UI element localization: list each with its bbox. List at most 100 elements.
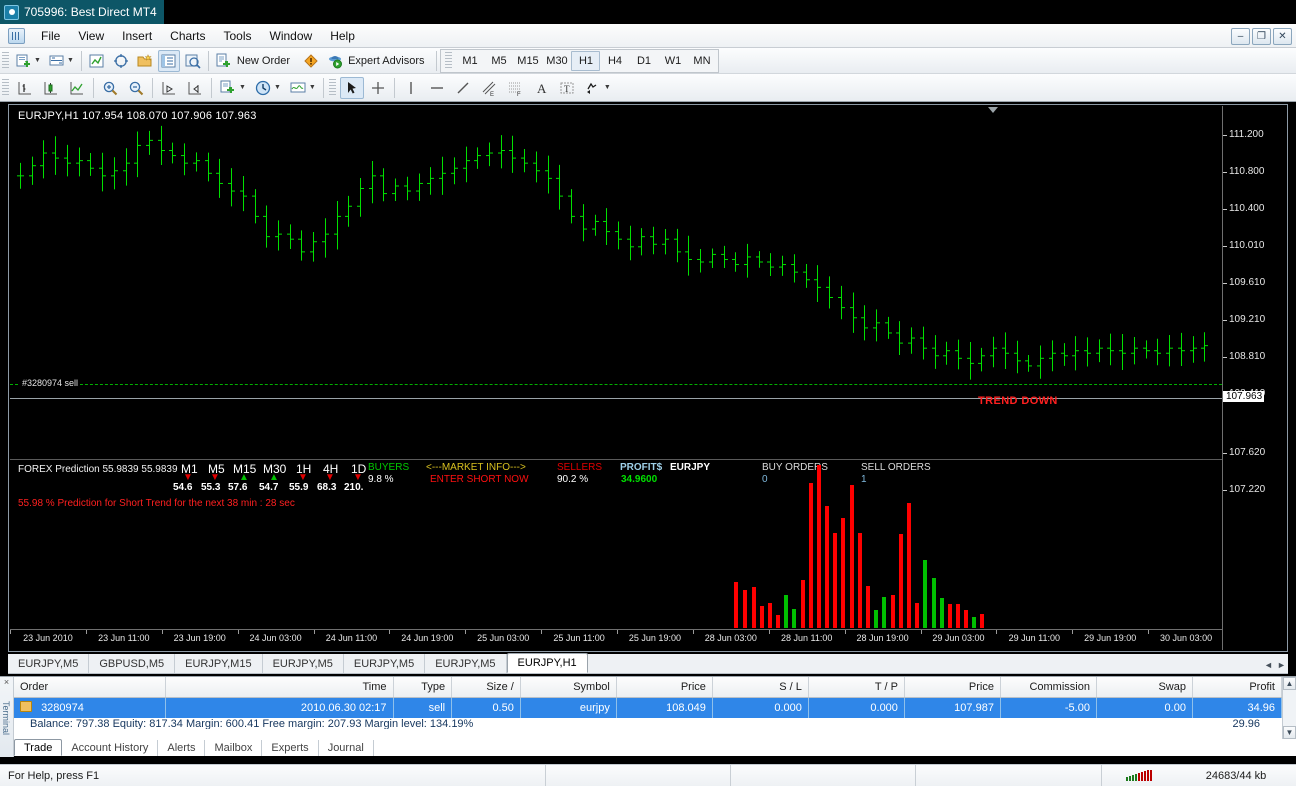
zoom-out-icon[interactable] — [124, 77, 148, 99]
fibonacci-icon[interactable]: F — [503, 77, 527, 99]
menu-item-view[interactable]: View — [69, 26, 113, 46]
chart-tab-2[interactable]: EURJPY,M15 — [175, 654, 263, 673]
timeframe-h1[interactable]: H1 — [571, 50, 601, 71]
line-chart-icon[interactable] — [65, 77, 89, 99]
chevron-up-icon[interactable]: ▲ — [1283, 677, 1296, 690]
chart-toolbar-grip[interactable] — [2, 78, 9, 97]
terminal-icon[interactable] — [157, 49, 180, 72]
navigator-icon[interactable] — [134, 50, 156, 72]
terminal-tab-journal[interactable]: Journal — [319, 740, 374, 756]
timeframe-d1[interactable]: D1 — [629, 51, 658, 71]
zoom-in-icon[interactable] — [98, 77, 122, 99]
terminal-tab-account-history[interactable]: Account History — [62, 740, 159, 756]
balance-summary-text: Balance: 797.38 Equity: 817.34 Margin: 6… — [30, 718, 474, 729]
col-tp[interactable]: T / P — [808, 677, 905, 698]
price-pane[interactable]: #3280974 sell TREND DOWN — [10, 106, 1222, 458]
signal-bar — [1147, 770, 1149, 781]
periods-icon[interactable]: ▼ — [251, 77, 284, 99]
new-order-button[interactable]: New Order — [213, 50, 298, 72]
templates-icon[interactable]: ▼ — [286, 77, 319, 99]
col-swap[interactable]: Swap — [1096, 677, 1193, 698]
menu-item-insert[interactable]: Insert — [113, 26, 161, 46]
restore-button[interactable]: ❐ — [1252, 28, 1271, 45]
chevron-down-icon[interactable]: ▼ — [1283, 726, 1296, 739]
indicators-icon[interactable]: ▼ — [216, 77, 249, 99]
toolbar-grip[interactable] — [2, 51, 9, 70]
equidistant-channel-icon[interactable]: E — [477, 77, 501, 99]
timeframe-m1[interactable]: M1 — [455, 51, 484, 71]
chart-tab-4[interactable]: EURJPY,M5 — [344, 654, 426, 673]
alert-icon[interactable] — [300, 50, 322, 72]
close-button[interactable]: ✕ — [1273, 28, 1292, 45]
terminal-tab-strip: Trade Account History Alerts Mailbox Exp… — [14, 739, 374, 756]
col-size[interactable]: Size / — [451, 677, 521, 698]
col-commission[interactable]: Commission — [1000, 677, 1097, 698]
crosshair-icon[interactable] — [366, 77, 390, 99]
col-order[interactable]: Order — [14, 677, 167, 698]
text-icon[interactable]: A — [529, 77, 553, 99]
col-sl[interactable]: S / L — [712, 677, 809, 698]
vertical-line-icon[interactable] — [399, 77, 423, 99]
auto-scroll-icon[interactable] — [157, 77, 181, 99]
drawing-toolbar-grip[interactable] — [328, 78, 336, 97]
cursor-icon[interactable] — [339, 76, 364, 99]
col-type[interactable]: Type — [393, 677, 453, 698]
terminal-tab-alerts[interactable]: Alerts — [158, 740, 206, 756]
arrows-icon[interactable]: ▼ — [581, 77, 614, 99]
new-chart-icon[interactable]: ▼ — [13, 50, 44, 72]
histogram-bar — [882, 597, 886, 628]
terminal-scrollbar[interactable]: ▲ ▼ — [1282, 677, 1296, 739]
timeframe-h4[interactable]: H4 — [600, 51, 629, 71]
col-profit[interactable]: Profit — [1192, 677, 1283, 698]
histogram-bar — [825, 506, 829, 628]
chart-tab-5[interactable]: EURJPY,M5 — [425, 654, 507, 673]
timeframe-grip[interactable] — [445, 51, 453, 70]
time-tick: 28 Jun 03:00 — [704, 633, 757, 643]
col-symbol[interactable]: Symbol — [520, 677, 617, 698]
close-icon[interactable]: × — [0, 677, 13, 688]
chart-tab-0[interactable]: EURJPY,M5 — [8, 654, 90, 673]
timeframe-w1[interactable]: W1 — [658, 51, 687, 71]
col-price-cur[interactable]: Price — [904, 677, 1001, 698]
expert-advisors-button[interactable]: Expert Advisors — [324, 50, 432, 72]
table-row[interactable]: 3280974 2010.06.30 02:17 sell 0.50 eurjp… — [14, 697, 1283, 718]
timeframe-mn[interactable]: MN — [687, 51, 716, 71]
trendline-icon[interactable] — [451, 77, 475, 99]
menu-item-window[interactable]: Window — [261, 26, 322, 46]
minimize-button[interactable]: – — [1231, 28, 1250, 45]
price-tick: 107.220 — [1222, 484, 1266, 495]
expert-advisors-label: Expert Advisors — [348, 54, 425, 67]
timeframe-m30[interactable]: M30 — [542, 51, 571, 71]
strategy-tester-icon[interactable] — [182, 50, 204, 72]
profiles-icon[interactable]: ▼ — [46, 50, 77, 72]
terminal-tab-trade[interactable]: Trade — [14, 739, 63, 756]
order-icon — [20, 701, 32, 713]
col-time[interactable]: Time — [165, 677, 394, 698]
chart-shift-icon[interactable] — [183, 77, 207, 99]
col-price-open[interactable]: Price — [616, 677, 713, 698]
menu-item-charts[interactable]: Charts — [161, 26, 214, 46]
menu-item-help[interactable]: Help — [321, 26, 364, 46]
horizontal-line-icon[interactable] — [425, 77, 449, 99]
timeframe-m5[interactable]: M5 — [484, 51, 513, 71]
terminal-tab-mailbox[interactable]: Mailbox — [205, 740, 263, 756]
chart-tab-1[interactable]: GBPUSD,M5 — [89, 654, 176, 673]
chart-tab-6[interactable]: EURJPY,H1 — [506, 653, 588, 673]
data-window-icon[interactable] — [110, 50, 132, 72]
terminal-tab-experts[interactable]: Experts — [262, 740, 319, 756]
indicator-pane[interactable]: FOREX Prediction 55.9839 55.9839 M1 M5 M… — [10, 459, 1270, 628]
timeframe-m15[interactable]: M15 — [513, 51, 542, 71]
chart-tab-3[interactable]: EURJPY,M5 — [263, 654, 344, 673]
bar-chart-icon[interactable] — [13, 77, 37, 99]
chart-window[interactable]: EURJPY,H1 107.954 108.070 107.906 107.96… — [8, 104, 1288, 652]
chevron-right-icon[interactable]: ► — [1275, 656, 1288, 673]
market-watch-icon[interactable] — [86, 50, 108, 72]
chevron-left-icon[interactable]: ◄ — [1262, 656, 1275, 673]
price-axis[interactable]: 111.200 110.800 110.400 110.010 109.610 109.2… — [1222, 106, 1286, 650]
chart-canvas[interactable]: EURJPY,H1 107.954 108.070 107.906 107.96… — [10, 106, 1286, 650]
candlestick-icon[interactable] — [39, 77, 63, 99]
text-label-icon[interactable]: T — [555, 77, 579, 99]
time-gridline — [465, 630, 467, 634]
menu-item-file[interactable]: File — [32, 26, 69, 46]
menu-item-tools[interactable]: Tools — [215, 26, 261, 46]
